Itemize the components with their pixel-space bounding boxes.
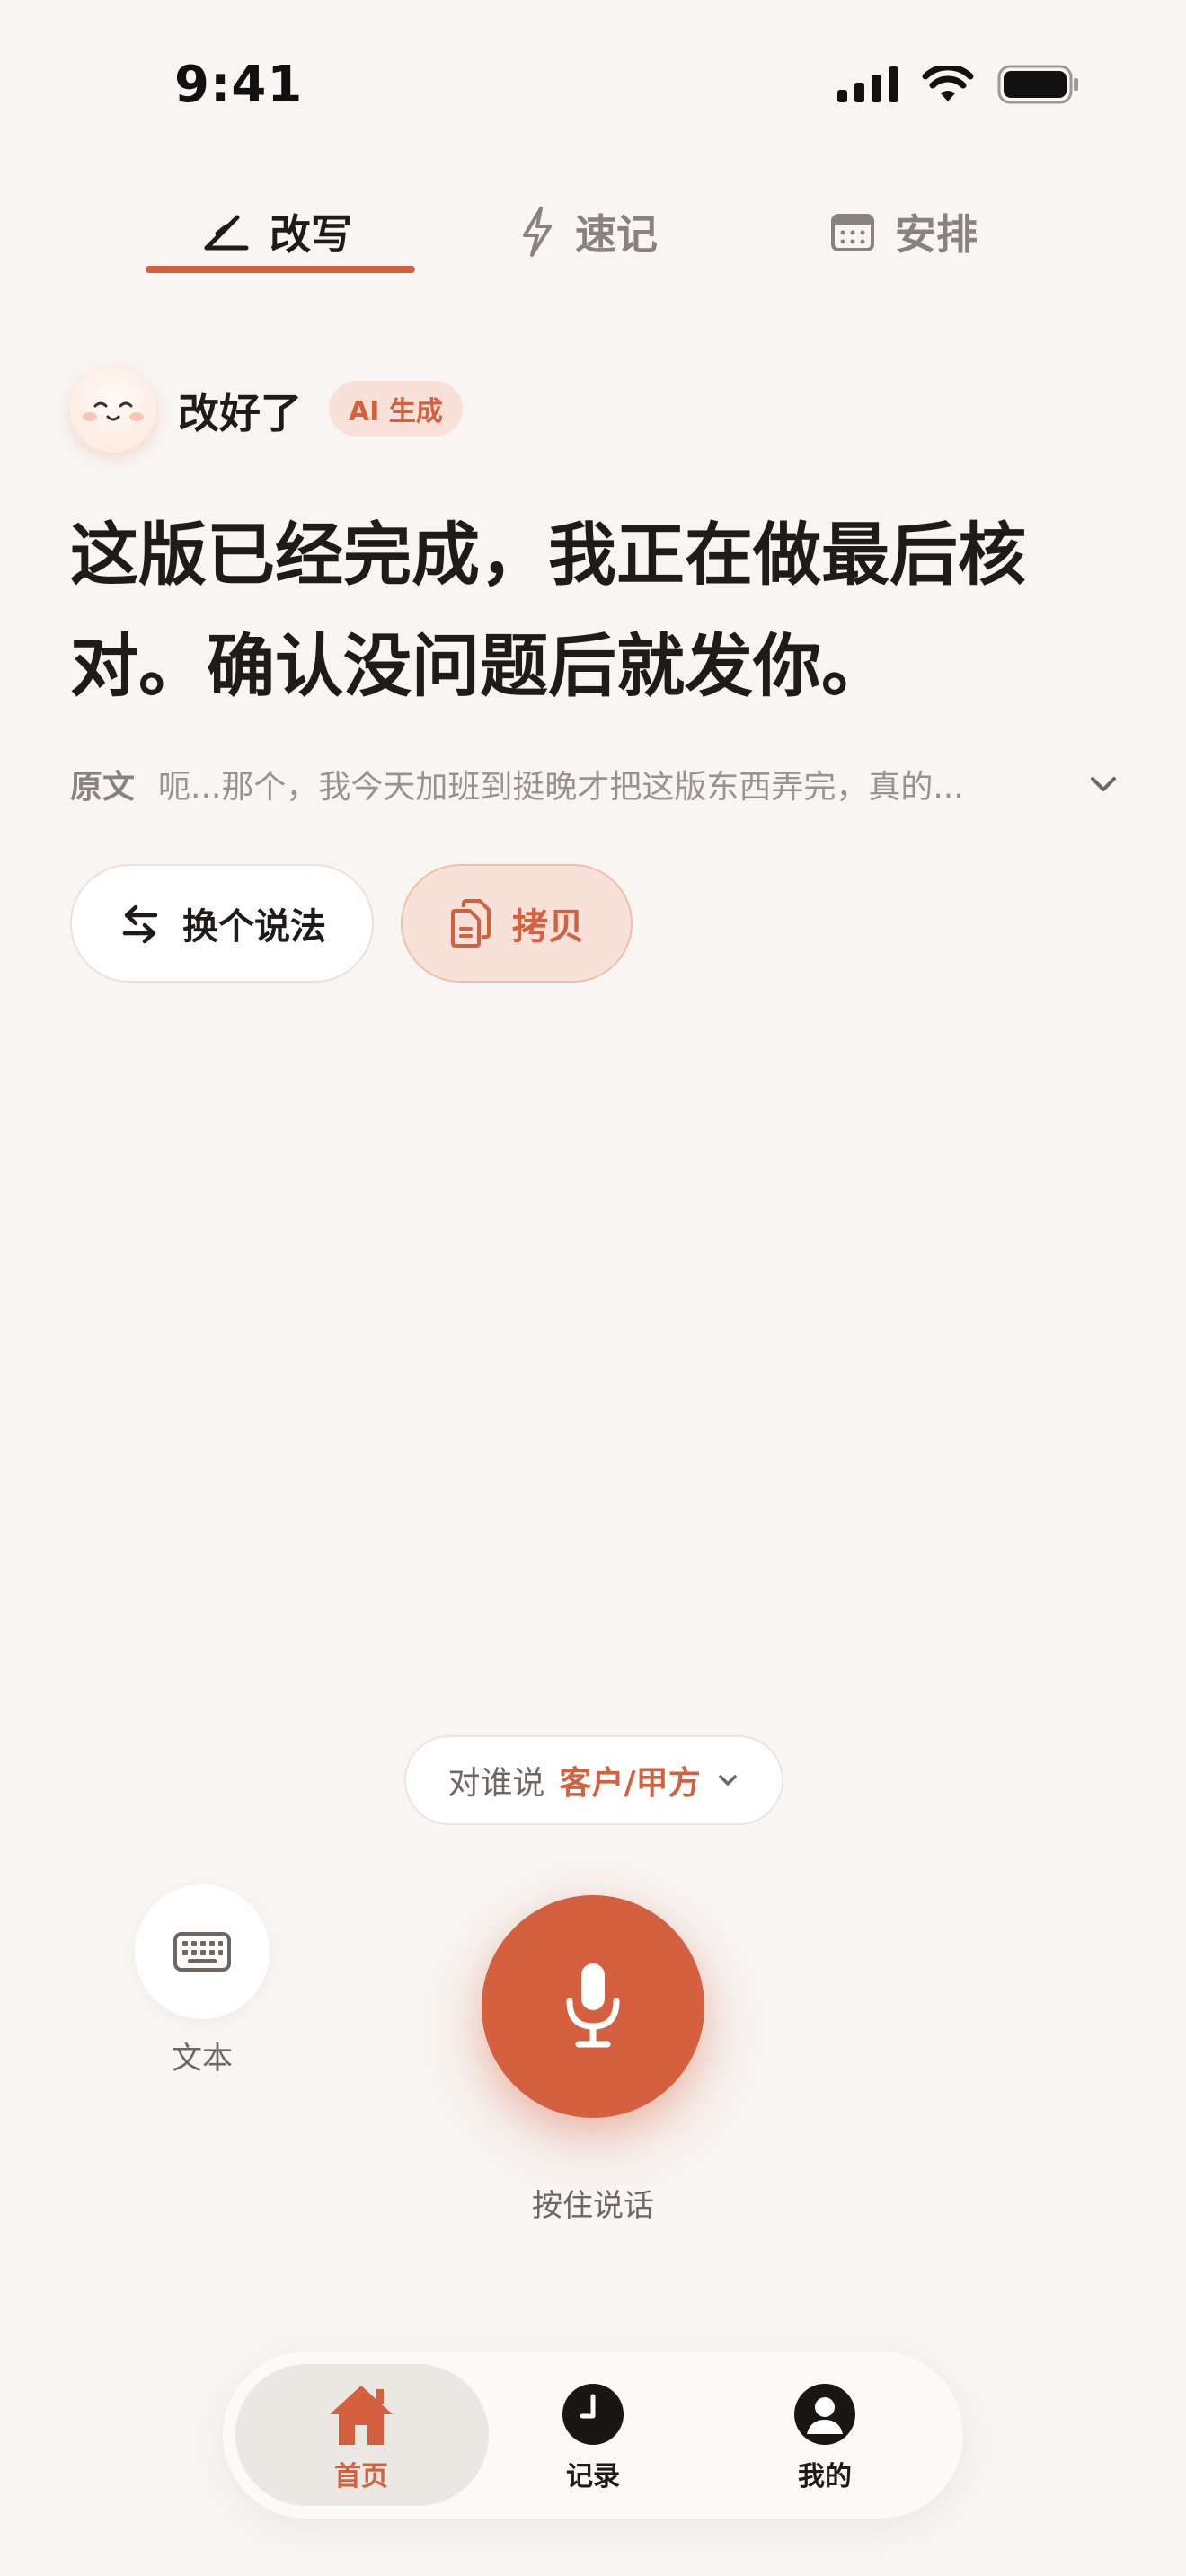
recipient-label: 对谁说 — [447, 1765, 545, 1802]
copy-label: 拷贝 — [512, 906, 584, 948]
tab-schedule[interactable]: 安排 — [830, 190, 978, 273]
nav-home-label: 首页 — [334, 2461, 388, 2492]
rephrase-button[interactable]: 换个说法 — [70, 864, 374, 983]
recipient-value: 客户/甲方 — [559, 1765, 701, 1802]
rewritten-text-line: 对。确认没问题后就发你。 — [70, 626, 890, 706]
lightning-icon — [523, 207, 552, 257]
status-time: 9:41 — [174, 56, 304, 114]
profile-icon — [794, 2384, 855, 2445]
nav-home[interactable]: 首页 — [271, 2382, 451, 2499]
tab-schedule-label: 安排 — [895, 210, 978, 259]
recipient-selector[interactable]: 对谁说 客户/甲方 — [404, 1735, 783, 1825]
wifi-icon — [922, 66, 974, 101]
chevron-down-icon — [718, 1775, 737, 1786]
smiley-face-icon — [83, 401, 144, 421]
nav-history-label: 记录 — [566, 2461, 620, 2492]
copy-icon — [451, 899, 491, 948]
copy-button[interactable]: 拷贝 — [401, 864, 633, 983]
signal-icon — [837, 66, 898, 102]
nav-profile-label: 我的 — [798, 2461, 852, 2492]
battery-icon — [997, 65, 1078, 104]
voice-record-button[interactable] — [482, 1895, 704, 2118]
microphone-icon — [566, 1963, 620, 2048]
tab-rewrite[interactable]: 改写 — [201, 190, 352, 273]
keyboard-button[interactable] — [135, 1884, 270, 2019]
tab-quick-note[interactable]: 速记 — [519, 190, 658, 273]
ai-generated-badge: AI 生成 — [329, 381, 463, 437]
original-label: 原文 — [70, 769, 136, 806]
nav-profile[interactable]: 我的 — [735, 2382, 915, 2499]
assistant-avatar — [70, 366, 156, 453]
tab-quick-note-label: 速记 — [575, 210, 658, 259]
hold-to-talk-label: 按住说话 — [532, 2188, 654, 2224]
rephrase-label: 换个说法 — [182, 906, 326, 948]
keyboard-icon — [173, 1932, 231, 1972]
chevron-down-icon[interactable] — [1085, 769, 1121, 799]
original-text-row[interactable]: 原文 呃...那个，我今天加班到挺晚才把这版东西弄完，真的... — [70, 762, 1121, 807]
original-text: 呃...那个，我今天加班到挺晚才把这版东西弄完，真的... — [158, 769, 964, 806]
calendar-icon — [831, 214, 874, 251]
swap-arrows-icon — [122, 904, 158, 944]
clock-icon — [562, 2384, 624, 2445]
text-mode-label: 文本 — [172, 2041, 233, 2077]
status-icons — [837, 65, 1080, 104]
result-status: 改好了 — [178, 389, 302, 437]
pen-icon — [204, 215, 249, 251]
home-icon — [330, 2386, 393, 2445]
nav-history[interactable]: 记录 — [503, 2382, 683, 2499]
tab-rewrite-label: 改写 — [270, 210, 352, 259]
tab-active-indicator — [146, 266, 415, 273]
rewritten-text[interactable]: 这版已经完成，我正在做最后核 对。确认没问题后就发你。 — [70, 499, 1130, 722]
rewritten-text-line: 这版已经完成，我正在做最后核 — [70, 515, 1026, 595]
